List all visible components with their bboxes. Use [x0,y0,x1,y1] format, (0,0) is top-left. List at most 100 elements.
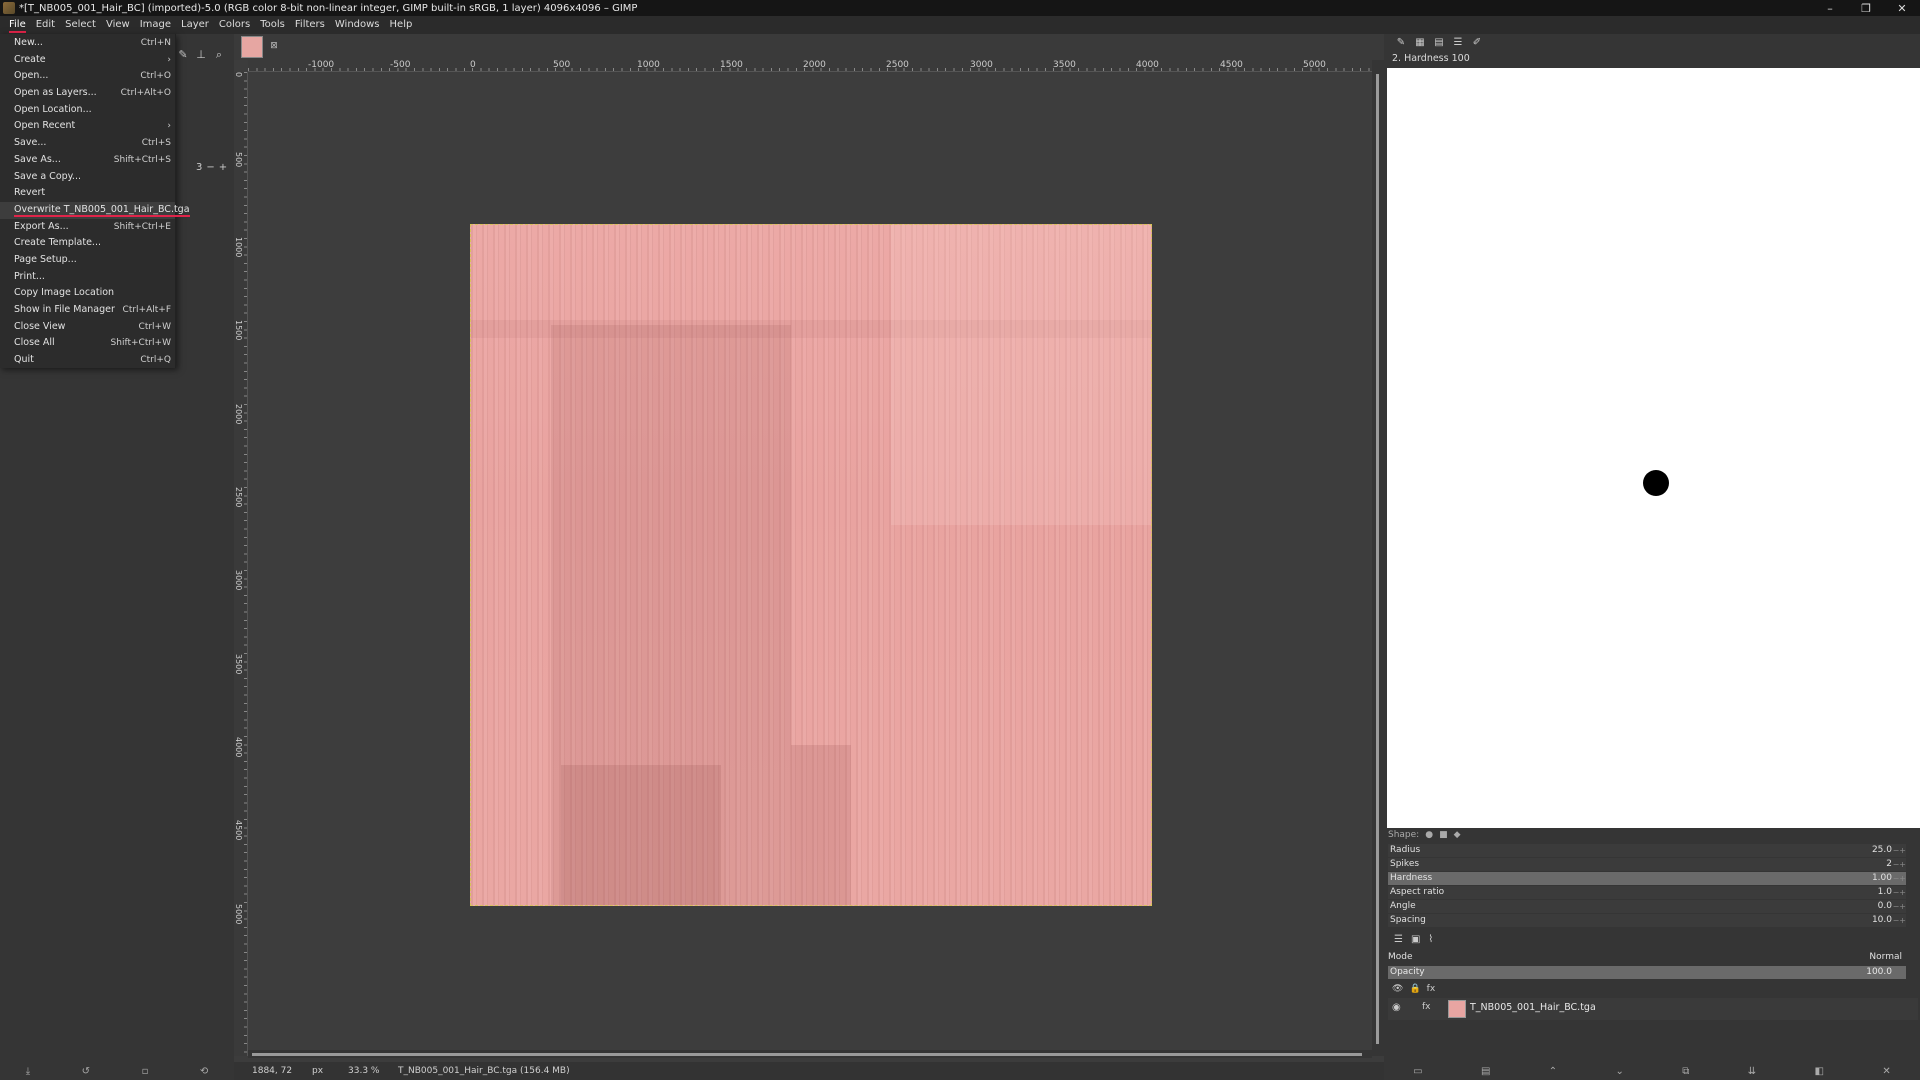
radius-slider[interactable]: Radius 25.0 −+ [1388,844,1906,857]
image-tabs: ⊠ [234,34,1384,60]
stepper-icon[interactable]: −+ [1893,886,1906,899]
menu-filters[interactable]: Filters [290,16,330,34]
stepper-icon[interactable]: −+ [1893,858,1906,871]
paths-icon[interactable]: ⌇ [1428,934,1433,945]
diamond-shape-icon[interactable]: ◆ [1454,830,1461,840]
pattern-icon[interactable]: ▦ [1413,36,1427,50]
image-tab-thumbnail[interactable] [241,36,263,58]
menu-item-create[interactable]: Create › [0,52,175,69]
mask-icon[interactable]: ◧ [1815,1066,1824,1077]
delete-layer-icon[interactable]: ✕ [1882,1066,1890,1077]
square-shape-icon[interactable]: ■ [1439,830,1448,840]
lower-icon[interactable]: ⌄ [1616,1066,1624,1077]
close-button[interactable]: ✕ [1884,0,1920,16]
spacing-slider[interactable]: Spacing 10.0 −+ [1388,914,1906,927]
size-spinner[interactable]: 3 − + [196,162,227,173]
menu-item-revert[interactable]: Revert [0,185,175,202]
horizontal-ruler[interactable]: -1000 -500 0 500 1000 1500 2000 2500 300… [248,60,1372,72]
mode-select[interactable]: Normal [1869,952,1902,962]
circle-shape-icon[interactable]: ● [1425,830,1433,840]
fx-icon[interactable]: fx [1427,984,1436,994]
restore-icon[interactable]: ↺ [82,1066,90,1077]
hardness-slider[interactable]: Hardness 1.00 −+ [1388,872,1906,885]
menu-item-new[interactable]: New... Ctrl+N [0,35,175,52]
menu-file[interactable]: File [4,16,31,34]
ruler-label: 4000 [234,737,243,758]
channels-icon[interactable]: ▣ [1411,934,1420,945]
horizontal-scrollbar[interactable] [248,1050,1372,1058]
duplicate-icon[interactable]: ⧉ [1682,1066,1689,1077]
menu-colors[interactable]: Colors [214,16,255,34]
menu-tools[interactable]: Tools [255,16,290,34]
menu-item-print[interactable]: Print... [0,269,175,286]
menu-item-export-as[interactable]: Export As... Shift+Ctrl+E [0,219,175,236]
menu-item-open-as-layers[interactable]: Open as Layers... Ctrl+Alt+O [0,85,175,102]
eye-icon[interactable]: ◉ [1392,1002,1401,1013]
menu-select[interactable]: Select [60,16,101,34]
merge-icon[interactable]: ⇊ [1748,1066,1756,1077]
menu-item-quit[interactable]: Quit Ctrl+Q [0,352,175,369]
unit-select[interactable]: px [312,1066,348,1076]
delete-icon[interactable]: ▫ [142,1066,149,1077]
menu-image[interactable]: Image [135,16,176,34]
opacity-slider[interactable]: Opacity 100.0 [1388,966,1906,979]
menu-item-overwrite[interactable]: Overwrite T_NB005_001_Hair_BC.tga [0,201,190,219]
vertical-ruler[interactable]: 0 500 1000 1500 2000 2500 3000 3500 4000… [234,72,248,1056]
save-options-icon[interactable]: ⤓ [26,1066,30,1077]
menu-item-show-in-file-manager[interactable]: Show in File Manager Ctrl+Alt+F [0,302,175,319]
menu-item-open-location[interactable]: Open Location... [0,102,175,119]
new-group-icon[interactable]: ▤ [1481,1066,1490,1077]
brush-icon[interactable]: ✎ [1394,36,1408,50]
close-tab-icon[interactable]: ⊠ [268,40,280,52]
lock-icon[interactable]: 🔒 [1409,984,1420,994]
gradient-icon[interactable]: ▤ [1432,36,1446,50]
stepper-icon[interactable]: −+ [1893,900,1906,913]
paintbrush-icon[interactable]: ✎ [176,48,190,62]
param-label: Angle [1390,901,1416,911]
image-canvas[interactable] [470,224,1152,906]
menu-item-create-template[interactable]: Create Template... [0,235,175,252]
restore-button[interactable]: ❐ [1848,0,1884,16]
menu-item-save-copy[interactable]: Save a Copy... [0,169,175,186]
layers-icon[interactable]: ☰ [1394,934,1403,945]
scrollbar-thumb[interactable] [252,1053,1362,1056]
menu-layer[interactable]: Layer [176,16,214,34]
spikes-slider[interactable]: Spikes 2 −+ [1388,858,1906,871]
menu-help[interactable]: Help [385,16,418,34]
menu-item-close-view[interactable]: Close View Ctrl+W [0,319,175,336]
brush-editor-icon[interactable]: ✐ [1470,36,1484,50]
new-layer-icon[interactable]: ▭ [1413,1066,1422,1077]
layer-item[interactable]: ◉ fx T_NB005_001_Hair_BC.tga [1388,998,1918,1020]
font-icon[interactable]: ☰ [1451,36,1465,50]
clone-icon[interactable]: ⊥ [194,48,208,62]
menu-view[interactable]: View [101,16,135,34]
layer-name[interactable]: T_NB005_001_Hair_BC.tga [1470,1002,1596,1013]
reset-icon[interactable]: ⟲ [200,1066,208,1077]
scrollbar-thumb[interactable] [1376,74,1379,1044]
plus-icon[interactable]: + [219,162,227,173]
menu-windows[interactable]: Windows [330,16,385,34]
ruler-label: 4500 [1220,60,1243,70]
menu-item-open[interactable]: Open... Ctrl+O [0,68,175,85]
menu-item-page-setup[interactable]: Page Setup... [0,252,175,269]
aspect-ratio-slider[interactable]: Aspect ratio 1.0 −+ [1388,886,1906,899]
menu-item-copy-image-location[interactable]: Copy Image Location [0,285,175,302]
menu-item-close-all[interactable]: Close All Shift+Ctrl+W [0,335,175,352]
zoom-select[interactable]: 33.3 % [348,1066,398,1076]
menu-item-save-as[interactable]: Save As... Shift+Ctrl+S [0,152,175,169]
visibility-icon[interactable]: 👁 [1392,984,1403,994]
mode-label: Mode [1388,952,1413,962]
vertical-scrollbar[interactable] [1372,60,1384,1056]
menu-edit[interactable]: Edit [31,16,60,34]
raise-icon[interactable]: ⌃ [1549,1066,1557,1077]
angle-slider[interactable]: Angle 0.0 −+ [1388,900,1906,913]
zoom-icon[interactable]: ⌕ [212,48,226,62]
minus-icon[interactable]: − [206,162,214,173]
minimize-button[interactable]: – [1812,0,1848,16]
stepper-icon[interactable]: −+ [1893,844,1906,857]
fx-icon[interactable]: fx [1422,1002,1431,1012]
stepper-icon[interactable]: −+ [1893,914,1906,927]
menu-item-save[interactable]: Save... Ctrl+S [0,135,175,152]
stepper-icon[interactable]: −+ [1893,872,1906,885]
menu-item-open-recent[interactable]: Open Recent › [0,118,175,135]
